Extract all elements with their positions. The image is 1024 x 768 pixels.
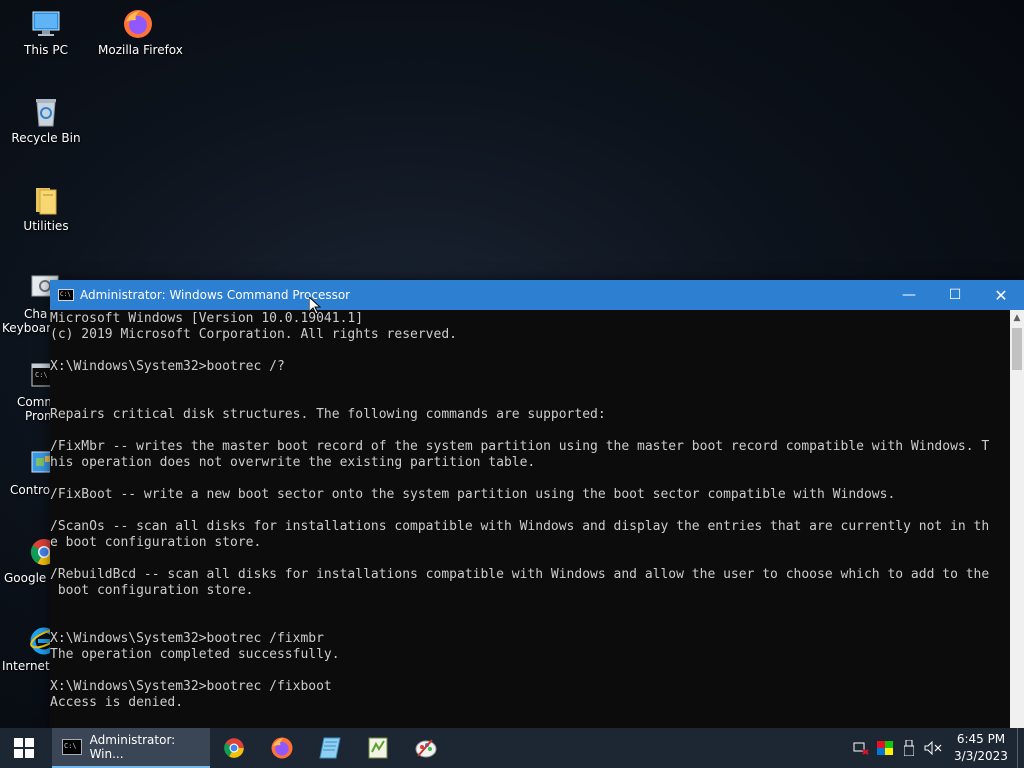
cmd-icon: C:\ <box>62 739 82 755</box>
tray-network[interactable] <box>849 728 873 768</box>
recycle-bin-icon <box>30 96 62 128</box>
notepad-icon <box>319 737 341 759</box>
taskbar-item-label: Administrator: Win... <box>89 733 176 761</box>
chrome-icon <box>224 738 244 758</box>
firefox-icon <box>271 737 293 759</box>
usb-icon <box>904 740 914 756</box>
firefox-icon <box>122 8 154 40</box>
notepad-plus-icon <box>368 737 388 759</box>
scrollbar-thumb[interactable] <box>1012 328 1022 370</box>
close-button[interactable]: ✕ <box>978 280 1024 310</box>
cmd-icon: C:\ <box>58 289 74 301</box>
desktop-icon-label: Recycle Bin <box>11 131 81 145</box>
start-button[interactable] <box>0 728 48 768</box>
taskbar-app-notepad-plus[interactable] <box>354 728 402 768</box>
maximize-button[interactable]: ☐ <box>932 280 978 310</box>
desktop-icon-utilities[interactable]: Utilities <box>6 184 86 233</box>
folder-icon <box>30 184 62 216</box>
taskbar: C:\ Administrator: Win... 6:45 PM 3/3/20… <box>0 728 1024 768</box>
console-area[interactable]: Microsoft Windows [Version 10.0.19041.1]… <box>50 310 1010 728</box>
taskbar-app-chrome[interactable] <box>210 728 258 768</box>
system-tray: 6:45 PM 3/3/2023 <box>849 728 1024 768</box>
windows-logo-icon <box>14 738 34 758</box>
taskbar-item-cmd[interactable]: C:\ Administrator: Win... <box>52 728 210 768</box>
network-icon <box>853 742 869 755</box>
cmd-window[interactable]: C:\ Administrator: Windows Command Proce… <box>50 280 1024 728</box>
desktop-icon-label: Mozilla Firefox <box>98 43 183 57</box>
desktop-icon-label: This PC <box>24 43 68 57</box>
desktop-icon-label: Utilities <box>23 219 69 233</box>
show-desktop-button[interactable] <box>1017 728 1024 768</box>
color-icon <box>877 741 893 755</box>
tray-usb[interactable] <box>897 728 921 768</box>
svg-text:C:\: C:\ <box>35 371 48 379</box>
taskbar-app-paint[interactable] <box>402 728 450 768</box>
minimize-button[interactable]: — <box>886 280 932 310</box>
clock-time: 6:45 PM <box>956 732 1006 746</box>
scroll-up-button[interactable]: ▲ <box>1010 310 1024 327</box>
tray-volume[interactable] <box>921 728 945 768</box>
paint-icon <box>415 739 437 758</box>
vertical-scrollbar[interactable]: ▲ <box>1010 310 1024 728</box>
clock[interactable]: 6:45 PM 3/3/2023 <box>945 731 1017 765</box>
taskbar-app-firefox[interactable] <box>258 728 306 768</box>
mouse-cursor-icon <box>309 297 321 315</box>
taskbar-app-notepad[interactable] <box>306 728 354 768</box>
clock-date: 3/3/2023 <box>954 749 1008 763</box>
this-pc-icon <box>30 8 62 40</box>
desktop-icon-firefox[interactable]: Mozilla Firefox <box>98 8 183 57</box>
desktop-icon-recycle-bin[interactable]: Recycle Bin <box>6 96 86 145</box>
tray-color[interactable] <box>873 728 897 768</box>
desktop: This PC Mozilla Firefox Recycle Bin Util… <box>0 0 1024 768</box>
desktop-icon-this-pc[interactable]: This PC <box>6 8 86 57</box>
volume-muted-icon <box>924 741 942 755</box>
cmd-titlebar[interactable]: C:\ Administrator: Windows Command Proce… <box>50 280 1024 310</box>
console-output: Microsoft Windows [Version 10.0.19041.1]… <box>50 311 990 710</box>
